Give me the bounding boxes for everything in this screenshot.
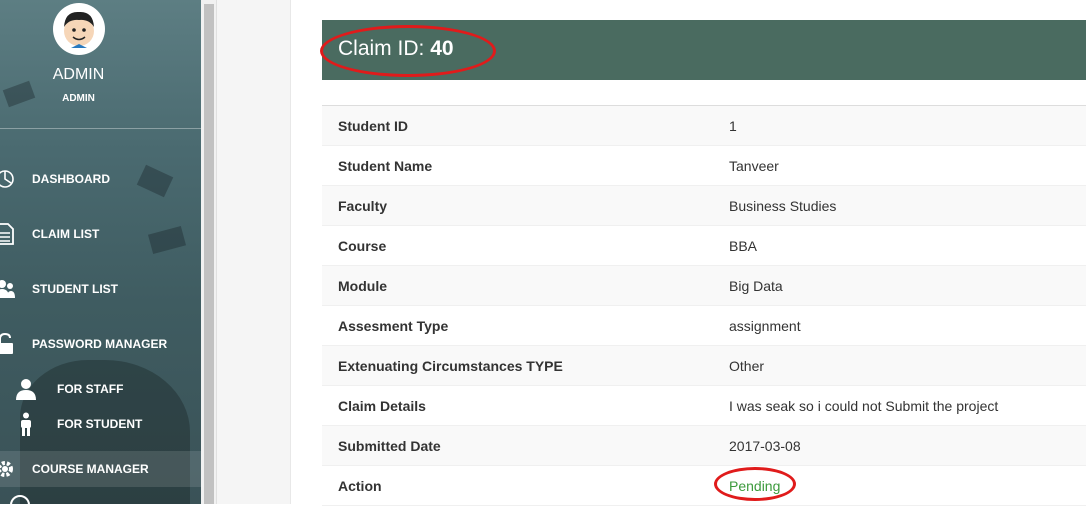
- sidebar-item-label: FOR STUDENT: [57, 417, 143, 431]
- sidebar-item-course-manager[interactable]: COURSE MANAGER: [0, 451, 201, 487]
- annotation-circle-claim-id: [320, 25, 496, 77]
- table-row: Submitted Date 2017-03-08: [322, 426, 1086, 466]
- sidebar-item-label: COURSE MANAGER: [32, 462, 149, 476]
- row-value: Business Studies: [729, 197, 837, 214]
- row-key: Student Name: [338, 157, 433, 174]
- sidebar-scrollbar-thumb[interactable]: [204, 4, 214, 504]
- table-row: Student Name Tanveer: [322, 146, 1086, 186]
- sidebar-item-label: FOR STAFF: [57, 382, 124, 396]
- sidebar-item-label: DASHBOARD: [32, 172, 110, 186]
- table-row: Extenuating Circumstances TYPE Other: [322, 346, 1086, 386]
- row-key: Assesment Type: [338, 317, 449, 334]
- sidebar-item-for-staff[interactable]: FOR STAFF: [0, 371, 201, 407]
- row-value: BBA: [729, 237, 758, 254]
- sidebar-item-label: STUDENT LIST: [32, 282, 118, 296]
- row-value: 1: [729, 117, 737, 134]
- row-value: I was seak so i could not Submit the pro…: [729, 397, 999, 414]
- row-value: 2017-03-08: [729, 437, 801, 454]
- user-icon: [15, 378, 37, 400]
- row-key: Claim Details: [338, 397, 426, 414]
- content-gutter: [217, 0, 291, 504]
- sidebar-item-label: CLAIM LIST: [32, 227, 100, 241]
- table-row: Student ID 1: [322, 106, 1086, 146]
- row-key: Student ID: [338, 117, 408, 134]
- row-value: Tanveer: [729, 157, 779, 174]
- document-icon: [0, 223, 16, 245]
- row-key: Extenuating Circumstances TYPE: [338, 357, 563, 374]
- sidebar-item-claim-list[interactable]: CLAIM LIST: [0, 216, 201, 252]
- row-key: Action: [338, 477, 382, 494]
- unlock-icon: [0, 333, 16, 355]
- row-key: Faculty: [338, 197, 388, 214]
- table-row: Claim Details I was seak so i could not S…: [322, 386, 1086, 426]
- profile-panel: ADMIN ADMIN: [0, 0, 201, 129]
- row-key: Course: [338, 237, 387, 254]
- dashboard-icon: [0, 168, 16, 190]
- avatar[interactable]: [53, 3, 105, 55]
- admin-role: ADMIN: [62, 93, 95, 104]
- row-value: assignment: [729, 317, 801, 334]
- table-row: Faculty Business Studies: [322, 186, 1086, 226]
- admin-name: ADMIN: [52, 66, 105, 83]
- avatar-face-icon: [64, 11, 94, 48]
- gear-icon: [0, 458, 16, 480]
- table-row: Action Pending: [322, 466, 1086, 506]
- main-content: Claim ID: 40 Student ID 1 Student Name Tan…: [291, 0, 1086, 506]
- table-row: Assesment Type assignment: [322, 306, 1086, 346]
- sidebar-item-dashboard[interactable]: DASHBOARD: [0, 161, 201, 197]
- sidebar-item-for-student[interactable]: FOR STUDENT: [0, 406, 201, 442]
- row-key: Submitted Date: [338, 437, 441, 454]
- row-value: Big Data: [729, 277, 783, 294]
- sidebar: ADMIN ADMIN DASHBOARD CLAIM LIST STUDENT…: [0, 0, 201, 504]
- table-row: Module Big Data: [322, 266, 1086, 306]
- row-key: Module: [338, 277, 387, 294]
- sidebar-item-student-list[interactable]: STUDENT LIST: [0, 271, 201, 307]
- claim-details-table: Student ID 1 Student Name Tanveer Faculty B…: [322, 105, 1086, 506]
- sidebar-item-password-manager[interactable]: PASSWORD MANAGER: [0, 326, 201, 362]
- users-icon: [0, 278, 16, 300]
- annotation-circle-pending: [714, 467, 796, 501]
- row-value: Other: [729, 357, 765, 374]
- sidebar-item-label: PASSWORD MANAGER: [32, 337, 168, 351]
- table-row: Course BBA: [322, 226, 1086, 266]
- student-icon: [15, 412, 37, 436]
